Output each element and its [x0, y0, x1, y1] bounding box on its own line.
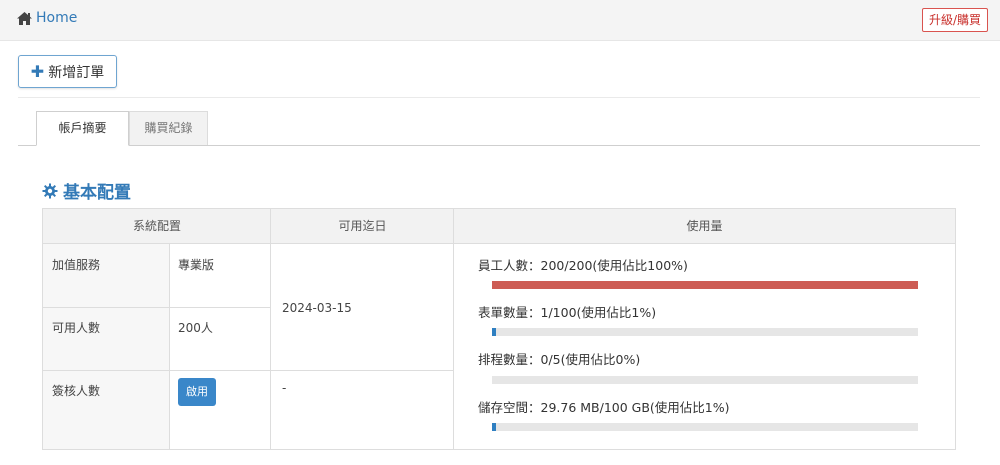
usage-schedules-label: 排程數量：0/5(使用佔比0%)	[478, 352, 641, 367]
divider	[453, 209, 454, 449]
usage-employees-bar	[492, 281, 918, 289]
divider	[270, 209, 271, 449]
usage-forms-bar	[492, 328, 918, 336]
row-value-user-count: 200人	[178, 321, 213, 335]
expiry-date: 2024-03-15	[282, 301, 352, 315]
usage-employees-label: 員工人數：200/200(使用佔比100%)	[478, 258, 688, 273]
home-link[interactable]: Home	[16, 10, 77, 26]
header-system-config: 系統配置	[43, 209, 271, 244]
usage-forms-label: 表單數量：1/100(使用佔比1%)	[478, 305, 657, 320]
home-icon	[17, 11, 32, 25]
gear-icon	[42, 183, 58, 198]
section-title-text: 基本配置	[63, 183, 131, 203]
row-value-plan: 專業版	[178, 258, 215, 272]
header-expiry-date: 可用迄日	[271, 209, 454, 244]
row-label-value-added-service: 加值服務	[52, 258, 101, 272]
plus-icon: ✚	[30, 61, 45, 81]
config-table: 系統配置 可用迄日 使用量 加值服務 專業版 可用人數 200人 簽核人數 啟用…	[42, 208, 956, 450]
usage-schedules-bar	[492, 376, 918, 384]
usage-storage-bar	[492, 423, 918, 431]
expiry-dash: -	[282, 381, 287, 395]
new-order-label: 新增訂單	[48, 64, 105, 81]
section-title: 基本配置	[42, 178, 131, 203]
row-label-available-users: 可用人數	[52, 321, 101, 335]
home-label: Home	[36, 10, 78, 26]
header-usage: 使用量	[454, 209, 955, 244]
tab-bar: 帳戶摘要 購買紀錄	[18, 111, 980, 146]
new-order-button[interactable]: ✚ 新增訂單	[18, 55, 117, 88]
row-label-approvers: 簽核人數	[52, 384, 101, 398]
divider	[43, 370, 453, 371]
tab-purchase-history[interactable]: 購買紀錄	[129, 111, 208, 145]
enable-button[interactable]: 啟用	[178, 378, 216, 406]
upgrade-purchase-button[interactable]: 升級/購買	[921, 8, 988, 32]
usage-storage-fill	[492, 423, 497, 431]
divider	[169, 244, 170, 449]
usage-employees-fill	[492, 281, 918, 289]
usage-storage-label: 儲存空間：29.76 MB/100 GB(使用佔比1%)	[478, 400, 730, 415]
divider	[18, 97, 980, 98]
divider	[43, 307, 270, 308]
top-bar: Home 升級/購買	[0, 0, 1000, 41]
tab-account-summary[interactable]: 帳戶摘要	[36, 111, 129, 146]
usage-forms-fill	[492, 328, 497, 336]
label-column-bg	[43, 244, 169, 449]
